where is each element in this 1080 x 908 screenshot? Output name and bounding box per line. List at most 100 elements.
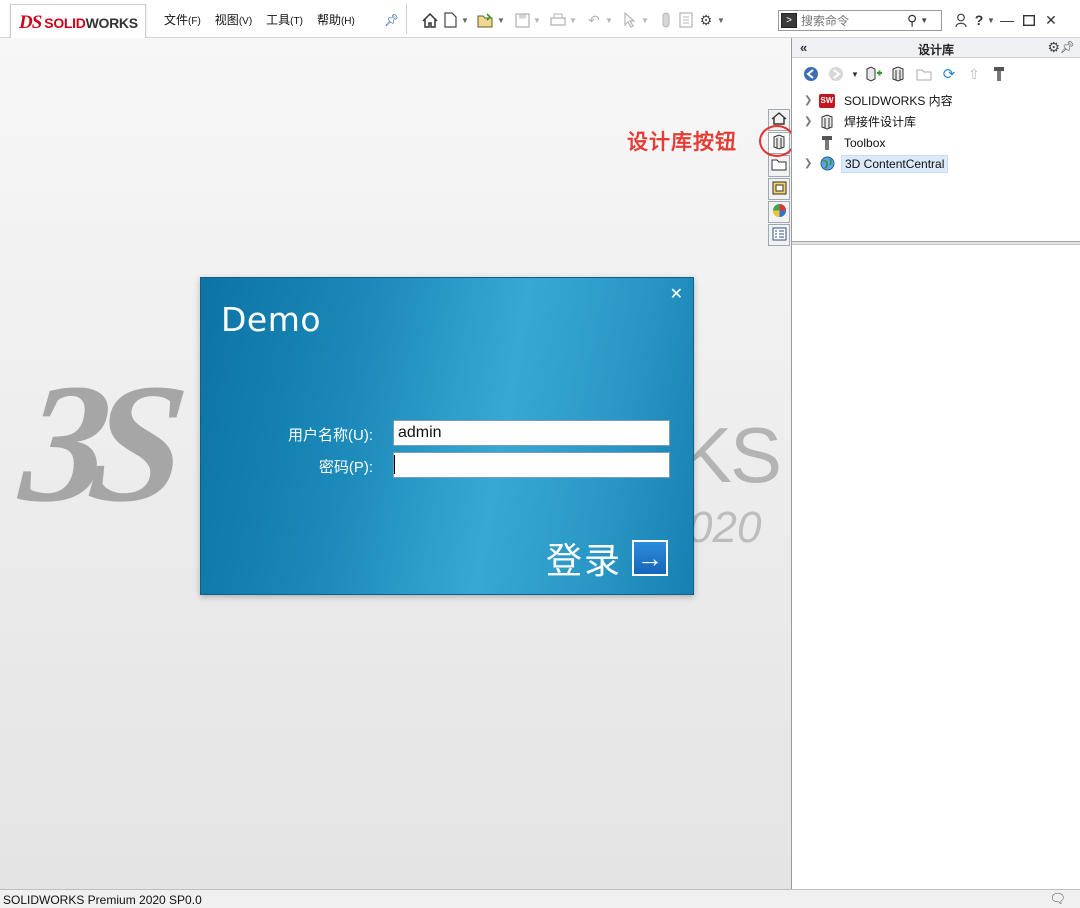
tree-item-weldment-library[interactable]: ❯ 焊接件设计库 [792,111,1080,132]
rebuild-icon[interactable] [656,10,676,30]
menu-divider [406,4,407,34]
create-folder-icon[interactable] [913,63,935,85]
tab-file-explorer[interactable] [768,155,790,177]
new-document-icon[interactable] [440,10,460,30]
arrow-right-icon: → [632,540,669,576]
window-controls: ? ▼ — ✕ [950,8,1062,32]
annotation-label: 设计库按钮 [627,131,737,154]
background-logo-year: 020 [688,503,762,552]
back-icon[interactable] [800,63,822,85]
add-file-location-icon[interactable] [888,63,910,85]
custom-properties-icon [772,227,787,244]
design-library-tab-highlight [759,125,795,157]
select-icon[interactable] [620,10,640,30]
text-caret [394,455,395,474]
up-arrow-icon[interactable]: ⇧ [963,63,985,85]
tree-item-toolbox[interactable]: Toolbox [792,132,1080,153]
chevron-down-icon[interactable]: ▼ [716,10,726,30]
search-icon[interactable]: ⚲ [907,12,917,29]
chevron-down-icon[interactable]: ▼ [920,16,928,25]
expand-icon[interactable]: ❯ [804,158,818,169]
expand-icon[interactable]: ❯ [804,116,818,127]
expand-icon[interactable]: ❯ [804,95,818,106]
menu-view[interactable]: 视图(V) [215,11,252,28]
brand-name: SOLIDWORKS [44,14,138,31]
tree-item-label: SOLIDWORKS 内容 [844,94,953,108]
file-properties-icon[interactable] [676,10,696,30]
menu-file[interactable]: 文件(F) [164,11,201,28]
open-icon[interactable] [476,10,496,30]
password-field[interactable] [393,452,670,478]
appearances-icon [772,203,787,221]
tree-item-solidworks-content[interactable]: ❯ SW SOLIDWORKS 内容 [792,90,1080,111]
tab-view-palette[interactable] [768,178,790,200]
maximize-icon[interactable] [1018,9,1040,31]
status-tooltip-icon[interactable]: 🗨︎ [1049,891,1066,907]
close-icon[interactable]: ✕ [670,284,683,304]
command-prompt-icon: > [781,13,797,28]
command-search-input[interactable] [801,13,905,28]
background-logo-text: KS [680,411,782,499]
solidworks-content-icon: SW [818,93,836,109]
forward-icon[interactable] [825,63,847,85]
save-icon[interactable] [512,10,532,30]
chevron-down-icon[interactable]: ▼ [604,10,614,30]
tree-item-3d-contentcentral[interactable]: ❯ 3D ContentCentral [792,153,1080,174]
toolbox-icon[interactable] [988,63,1010,85]
refresh-icon[interactable]: ⟳ [938,63,960,85]
library-tree: ❯ SW SOLIDWORKS 内容 ❯ 焊接件设计库 Toolbox ❯ 3D… [792,90,1080,174]
user-icon[interactable] [950,9,972,31]
tree-item-label: 焊接件设计库 [844,115,917,129]
username-label: 用户名称(U): [288,427,373,444]
solidworks-logo[interactable]: DS SOLIDWORKS [10,4,146,40]
dialog-title: Demo [221,300,322,339]
add-to-library-icon[interactable] [863,63,885,85]
status-text: SOLIDWORKS Premium 2020 SP0.0 [3,893,202,907]
pane-header: « 设计库 ⚙ 📌︎ [792,38,1080,58]
menu-help[interactable]: 帮助(H) [317,11,355,28]
help-icon[interactable]: ? [972,9,986,31]
pin-menu-icon[interactable]: 📌︎ [384,13,399,27]
tree-item-label: 3D ContentCentral [841,154,949,173]
design-library-pane: « 设计库 ⚙ 📌︎ ▼ ⟳ ⇧ ❯ SW SOLIDWORKS 内容 ❯ 焊接… [791,38,1080,889]
command-search[interactable]: > ⚲ ▼ [778,10,942,31]
login-dialog: Demo ✕ 用户名称(U): 密码(P): 登录 → [200,277,694,595]
globe-icon [818,156,836,172]
login-label: 登录 [546,541,623,582]
tree-item-label: Toolbox [844,135,886,150]
ds-logo-mark: DS [19,11,42,33]
design-library-icon [818,113,836,130]
tab-appearances[interactable] [768,201,790,223]
chevron-down-icon[interactable]: ▼ [532,10,542,30]
title-bar: DS SOLIDWORKS 文件(F) 视图(V) 工具(T) 帮助(H) 📌︎… [0,0,1080,40]
standard-toolbar: ▼ ▼ ▼ ▼ ↶ ▼ ▼ ⚙ ▼ [420,9,732,31]
password-label: 密码(P): [318,459,373,476]
menu-tools[interactable]: 工具(T) [266,11,303,28]
status-bar: SOLIDWORKS Premium 2020 SP0.0 🗨︎ [0,889,1080,908]
menu-bar: 文件(F) 视图(V) 工具(T) 帮助(H) [164,0,369,38]
home-icon[interactable] [420,10,440,30]
pane-title: 设计库 [917,43,954,57]
print-icon[interactable] [548,10,568,30]
chevron-down-icon[interactable]: ▼ [568,10,578,30]
minimize-icon[interactable]: — [996,9,1018,31]
chevron-down-icon[interactable]: ▼ [986,9,996,31]
folder-icon [771,158,787,174]
pane-splitter[interactable] [792,241,1080,245]
close-icon[interactable]: ✕ [1040,9,1062,31]
gear-icon[interactable]: ⚙ [1047,39,1060,56]
pane-toolbar: ▼ ⟳ ⇧ [792,58,1080,90]
login-button[interactable]: 登录 → [546,532,669,584]
toolbox-icon [818,135,836,151]
undo-icon[interactable]: ↶ [584,10,604,30]
chevron-down-icon[interactable]: ▼ [850,63,860,85]
tab-custom-properties[interactable] [768,224,790,246]
background-ds-logo: 3S [14,349,178,537]
view-palette-icon [772,181,787,198]
username-field[interactable] [393,420,670,446]
pin-pane-icon[interactable]: 📌︎ [1060,40,1075,54]
options-icon[interactable]: ⚙ [696,10,716,30]
chevron-down-icon[interactable]: ▼ [496,10,506,30]
chevron-down-icon[interactable]: ▼ [640,10,650,30]
chevron-down-icon[interactable]: ▼ [460,10,470,30]
